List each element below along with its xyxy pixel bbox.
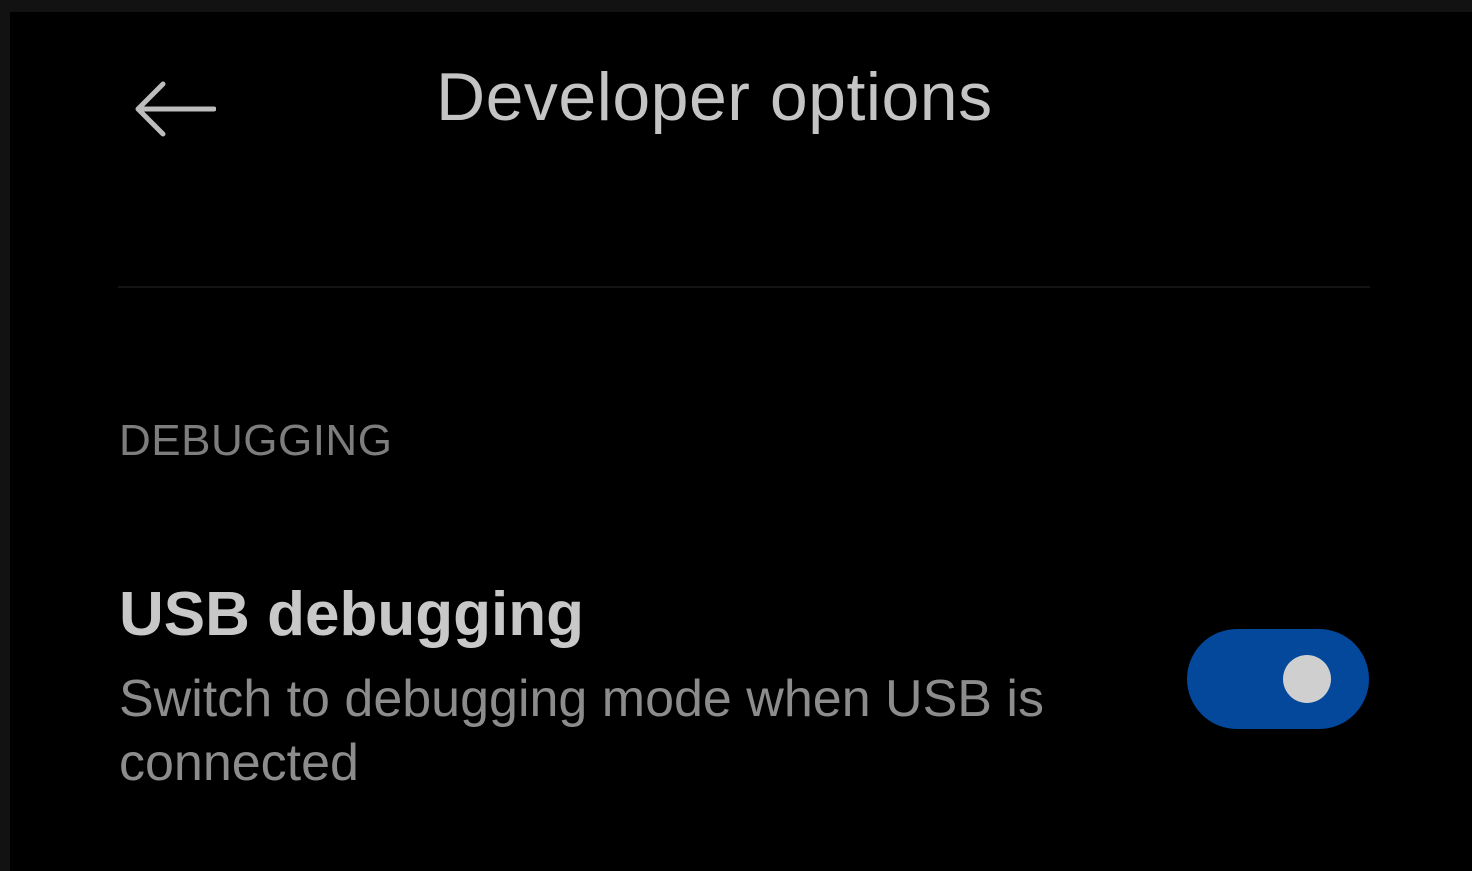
section-header-debugging: DEBUGGING	[119, 416, 393, 465]
header-divider	[118, 286, 1370, 288]
toggle-knob	[1283, 655, 1331, 703]
developer-options-screen: Developer options DEBUGGING USB debuggin…	[10, 12, 1472, 871]
page-title: Developer options	[436, 59, 993, 135]
back-button[interactable]	[120, 64, 230, 154]
usb-debugging-row[interactable]: USB debugging Switch to debugging mode w…	[10, 567, 1472, 817]
setting-title: USB debugging	[119, 580, 584, 649]
usb-debugging-toggle[interactable]	[1187, 629, 1369, 729]
arrow-left-icon	[135, 81, 216, 137]
setting-summary: Switch to debugging mode when USB is con…	[119, 670, 1044, 792]
